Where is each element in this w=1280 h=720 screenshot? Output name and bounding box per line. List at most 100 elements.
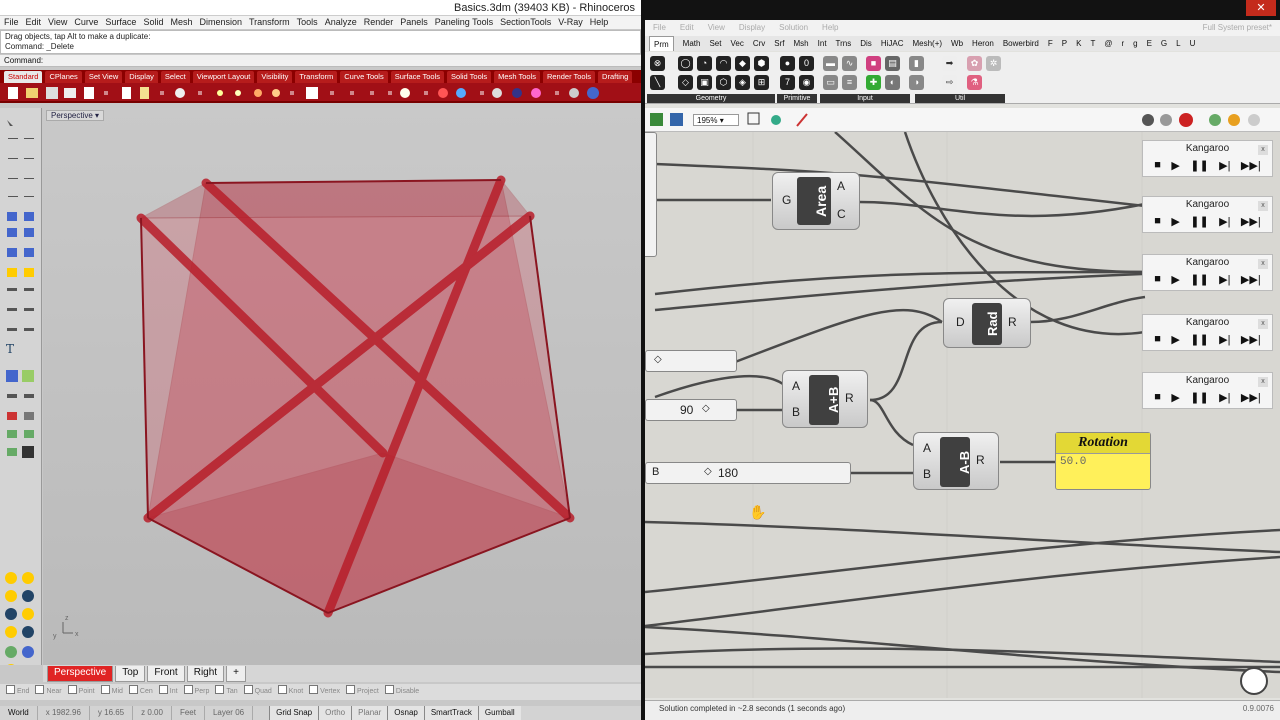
area-component[interactable]: G Area A C <box>772 172 860 230</box>
tab-transform[interactable]: Transform <box>295 71 338 83</box>
sub-input-a[interactable]: A <box>923 441 931 455</box>
stop-icon[interactable]: ■ <box>1154 273 1161 286</box>
canvas-navigator-icon[interactable] <box>1240 667 1268 695</box>
kangaroo-close-icon[interactable]: x <box>1258 377 1268 387</box>
gh-tab-int[interactable]: Int <box>818 36 827 51</box>
step-icon[interactable]: ▶| <box>1219 273 1230 286</box>
menu-tools[interactable]: Tools <box>297 16 318 29</box>
fast-forward-icon[interactable]: ▶▶| <box>1241 391 1261 404</box>
text-param-icon[interactable]: ◉ <box>799 75 814 90</box>
pause-icon[interactable]: ❚❚ <box>1190 215 1208 228</box>
osnap-cen[interactable]: Cen <box>129 684 153 700</box>
rad-input-d[interactable]: D <box>956 315 965 329</box>
integer-param-icon[interactable]: 0 <box>799 56 814 71</box>
gh-tab-heron[interactable]: Heron <box>972 36 994 51</box>
gh-tab-prm[interactable]: Prm <box>649 36 674 51</box>
menu-panels[interactable]: Panels <box>400 16 428 29</box>
gh-tab-g[interactable]: g <box>1133 36 1137 51</box>
cluster-icon[interactable]: ✲ <box>986 56 1001 71</box>
arrow-right-icon[interactable]: ➡ <box>942 56 957 71</box>
fitness-icon[interactable]: ✿ <box>967 56 982 71</box>
osnap-perp[interactable]: Perp <box>184 684 210 700</box>
tab-solid-tools[interactable]: Solid Tools <box>447 71 492 83</box>
model-geometry[interactable]: x y z <box>43 108 641 665</box>
osnap-tan[interactable]: Tan <box>215 684 237 700</box>
tab-set-view[interactable]: Set View <box>84 71 123 83</box>
menu-mesh[interactable]: Mesh <box>170 16 192 29</box>
osnap-disable[interactable]: Disable <box>385 684 419 700</box>
gh-tab-set[interactable]: Set <box>709 36 721 51</box>
gh-tab-t[interactable]: T <box>1090 36 1095 51</box>
osnap-vertex[interactable]: Vertex <box>309 684 340 700</box>
step-icon[interactable]: ▶| <box>1219 333 1230 346</box>
pause-icon[interactable]: ❚❚ <box>1190 273 1208 286</box>
group-geometry[interactable]: Geometry <box>647 94 775 103</box>
slider-knob-icon[interactable]: ◇ <box>704 466 712 477</box>
area-input-geometry[interactable]: G <box>782 193 791 207</box>
slider-knob-icon[interactable]: ◇ <box>702 403 710 414</box>
grid-snap-button[interactable]: Grid Snap <box>269 706 319 720</box>
subtraction-component[interactable]: A B A-B R <box>913 432 999 490</box>
gh-menu-view[interactable]: View <box>708 20 725 36</box>
planar-button[interactable]: Planar <box>351 706 388 720</box>
tab-drafting[interactable]: Drafting <box>598 71 633 83</box>
pause-icon[interactable]: ❚❚ <box>1190 391 1208 404</box>
layer-indicator[interactable]: Layer 06 <box>205 706 254 720</box>
relay-icon[interactable]: ⇨ <box>942 75 957 90</box>
menu-edit[interactable]: Edit <box>26 16 42 29</box>
toggle-input-icon[interactable]: ▭ <box>823 75 838 90</box>
tab-curve-tools[interactable]: Curve Tools <box>340 71 388 83</box>
arc-param-icon[interactable]: ◔ <box>697 56 712 71</box>
slider-input-icon[interactable]: ▬ <box>823 56 838 71</box>
flask-icon[interactable]: ⚗ <box>967 75 982 90</box>
play-icon[interactable]: ▶ <box>1171 159 1179 172</box>
gh-tab-msh[interactable]: Msh <box>794 36 809 51</box>
swatch-input-icon[interactable]: ■ <box>866 56 881 71</box>
circle-param-icon[interactable]: ◯ <box>678 56 693 71</box>
tab-display[interactable]: Display <box>125 71 158 83</box>
viewport-tab-perspective[interactable]: Perspective <box>47 666 114 682</box>
value-list-icon[interactable]: ▤ <box>885 56 900 71</box>
gh-tab-trns[interactable]: Trns <box>836 36 852 51</box>
data-recorder-icon[interactable]: ▮ <box>909 56 924 71</box>
fast-forward-icon[interactable]: ▶▶| <box>1241 215 1261 228</box>
tab-visibility[interactable]: Visibility <box>257 71 293 83</box>
play-icon[interactable]: ▶ <box>1171 391 1179 404</box>
play-icon[interactable]: ▶ <box>1171 273 1179 286</box>
plane-param-icon[interactable]: ◇ <box>678 75 693 90</box>
rotation-panel[interactable]: Rotation 50.0 <box>1055 432 1151 490</box>
gh-tab-l[interactable]: L <box>1176 36 1180 51</box>
gh-tab-dis[interactable]: Dis <box>860 36 872 51</box>
graph-mapper-icon[interactable]: ∿ <box>842 56 857 71</box>
gh-menu-display[interactable]: Display <box>739 20 765 36</box>
gh-tab-r[interactable]: r <box>1121 36 1124 51</box>
osnap-point[interactable]: Point <box>68 684 95 700</box>
group-util[interactable]: Util <box>915 94 1005 103</box>
viewport-tab-front[interactable]: Front <box>147 666 185 682</box>
offscreen-component[interactable] <box>645 132 657 257</box>
gh-tab-srf[interactable]: Srf <box>774 36 784 51</box>
step-icon[interactable]: ▶| <box>1219 159 1230 172</box>
boolean-param-icon[interactable]: ● <box>780 56 795 71</box>
gh-tab-math[interactable]: Math <box>683 36 701 51</box>
geometry-param-icon[interactable]: ◈ <box>735 75 750 90</box>
kangaroo-close-icon[interactable]: x <box>1258 259 1268 269</box>
gh-tab-p[interactable]: P <box>1062 36 1067 51</box>
fast-forward-icon[interactable]: ▶▶| <box>1241 273 1261 286</box>
osnap-button[interactable]: Osnap <box>387 706 424 720</box>
gh-tab-e[interactable]: E <box>1147 36 1152 51</box>
fast-forward-icon[interactable]: ▶▶| <box>1241 159 1261 172</box>
colour-wheel-icon[interactable]: ◐ <box>885 75 900 90</box>
number-slider-90[interactable]: 90 ◇ <box>645 399 737 421</box>
gh-tab-crv[interactable]: Crv <box>753 36 765 51</box>
gh-tab-k[interactable]: K <box>1076 36 1081 51</box>
menu-surface[interactable]: Surface <box>105 16 136 29</box>
gradient-input-icon[interactable]: ✚ <box>866 75 881 90</box>
gh-tab-wb[interactable]: Wb <box>951 36 963 51</box>
play-icon[interactable]: ▶ <box>1171 333 1179 346</box>
brep-param-icon[interactable]: ⬢ <box>754 56 769 71</box>
gh-tab-g2[interactable]: G <box>1161 36 1167 51</box>
step-icon[interactable]: ▶| <box>1219 391 1230 404</box>
gh-tab-bowerbird[interactable]: Bowerbird <box>1003 36 1039 51</box>
stop-icon[interactable]: ■ <box>1154 333 1161 346</box>
